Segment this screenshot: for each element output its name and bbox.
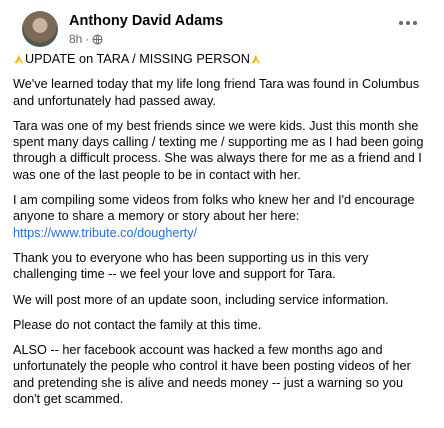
more-options-button[interactable] (394, 12, 422, 34)
author-name[interactable]: Anthony David Adams (69, 13, 223, 29)
post-timestamp[interactable]: 8h (69, 32, 82, 46)
folded-hands-icon (14, 54, 24, 64)
post-paragraph: Please do not contact the family at this… (13, 317, 262, 332)
post-paragraph: I am compiling some videos from folks wh… (13, 193, 415, 224)
post-paragraph: ALSO -- her facebook account was hacked … (13, 343, 411, 407)
post-headline: UPDATE on TARA / MISSING PERSON (13, 51, 433, 67)
globe-icon[interactable] (92, 33, 103, 45)
author-avatar[interactable] (22, 11, 58, 47)
more-dot (413, 21, 417, 25)
tribute-link[interactable]: https://www.tribute.co/dougherty/ (13, 226, 197, 240)
more-dot (406, 21, 410, 25)
post-paragraph: Thank you to everyone who has been suppo… (13, 250, 369, 282)
post-body: UPDATE on TARA / MISSING PERSON We've le… (13, 51, 433, 416)
headline-text: UPDATE on TARA / MISSING PERSON (25, 52, 250, 66)
meta-separator: · (85, 32, 90, 46)
folded-hands-icon (251, 54, 261, 64)
post-header: Anthony David Adams 8h · (12, 0, 432, 50)
more-horizontal-icon (399, 21, 403, 25)
post-paragraph: We've learned today that my life long fr… (13, 77, 420, 108)
post-paragraph-with-link: I am compiling some videos from folks wh… (13, 192, 433, 241)
post-meta: 8h · (69, 32, 103, 46)
post-paragraph: Tara was one of my best friends since we… (13, 118, 424, 182)
post-paragraph: We will post more of an update soon, inc… (13, 292, 389, 307)
facebook-post: Anthony David Adams 8h · UPDATE on TARA … (0, 0, 444, 428)
